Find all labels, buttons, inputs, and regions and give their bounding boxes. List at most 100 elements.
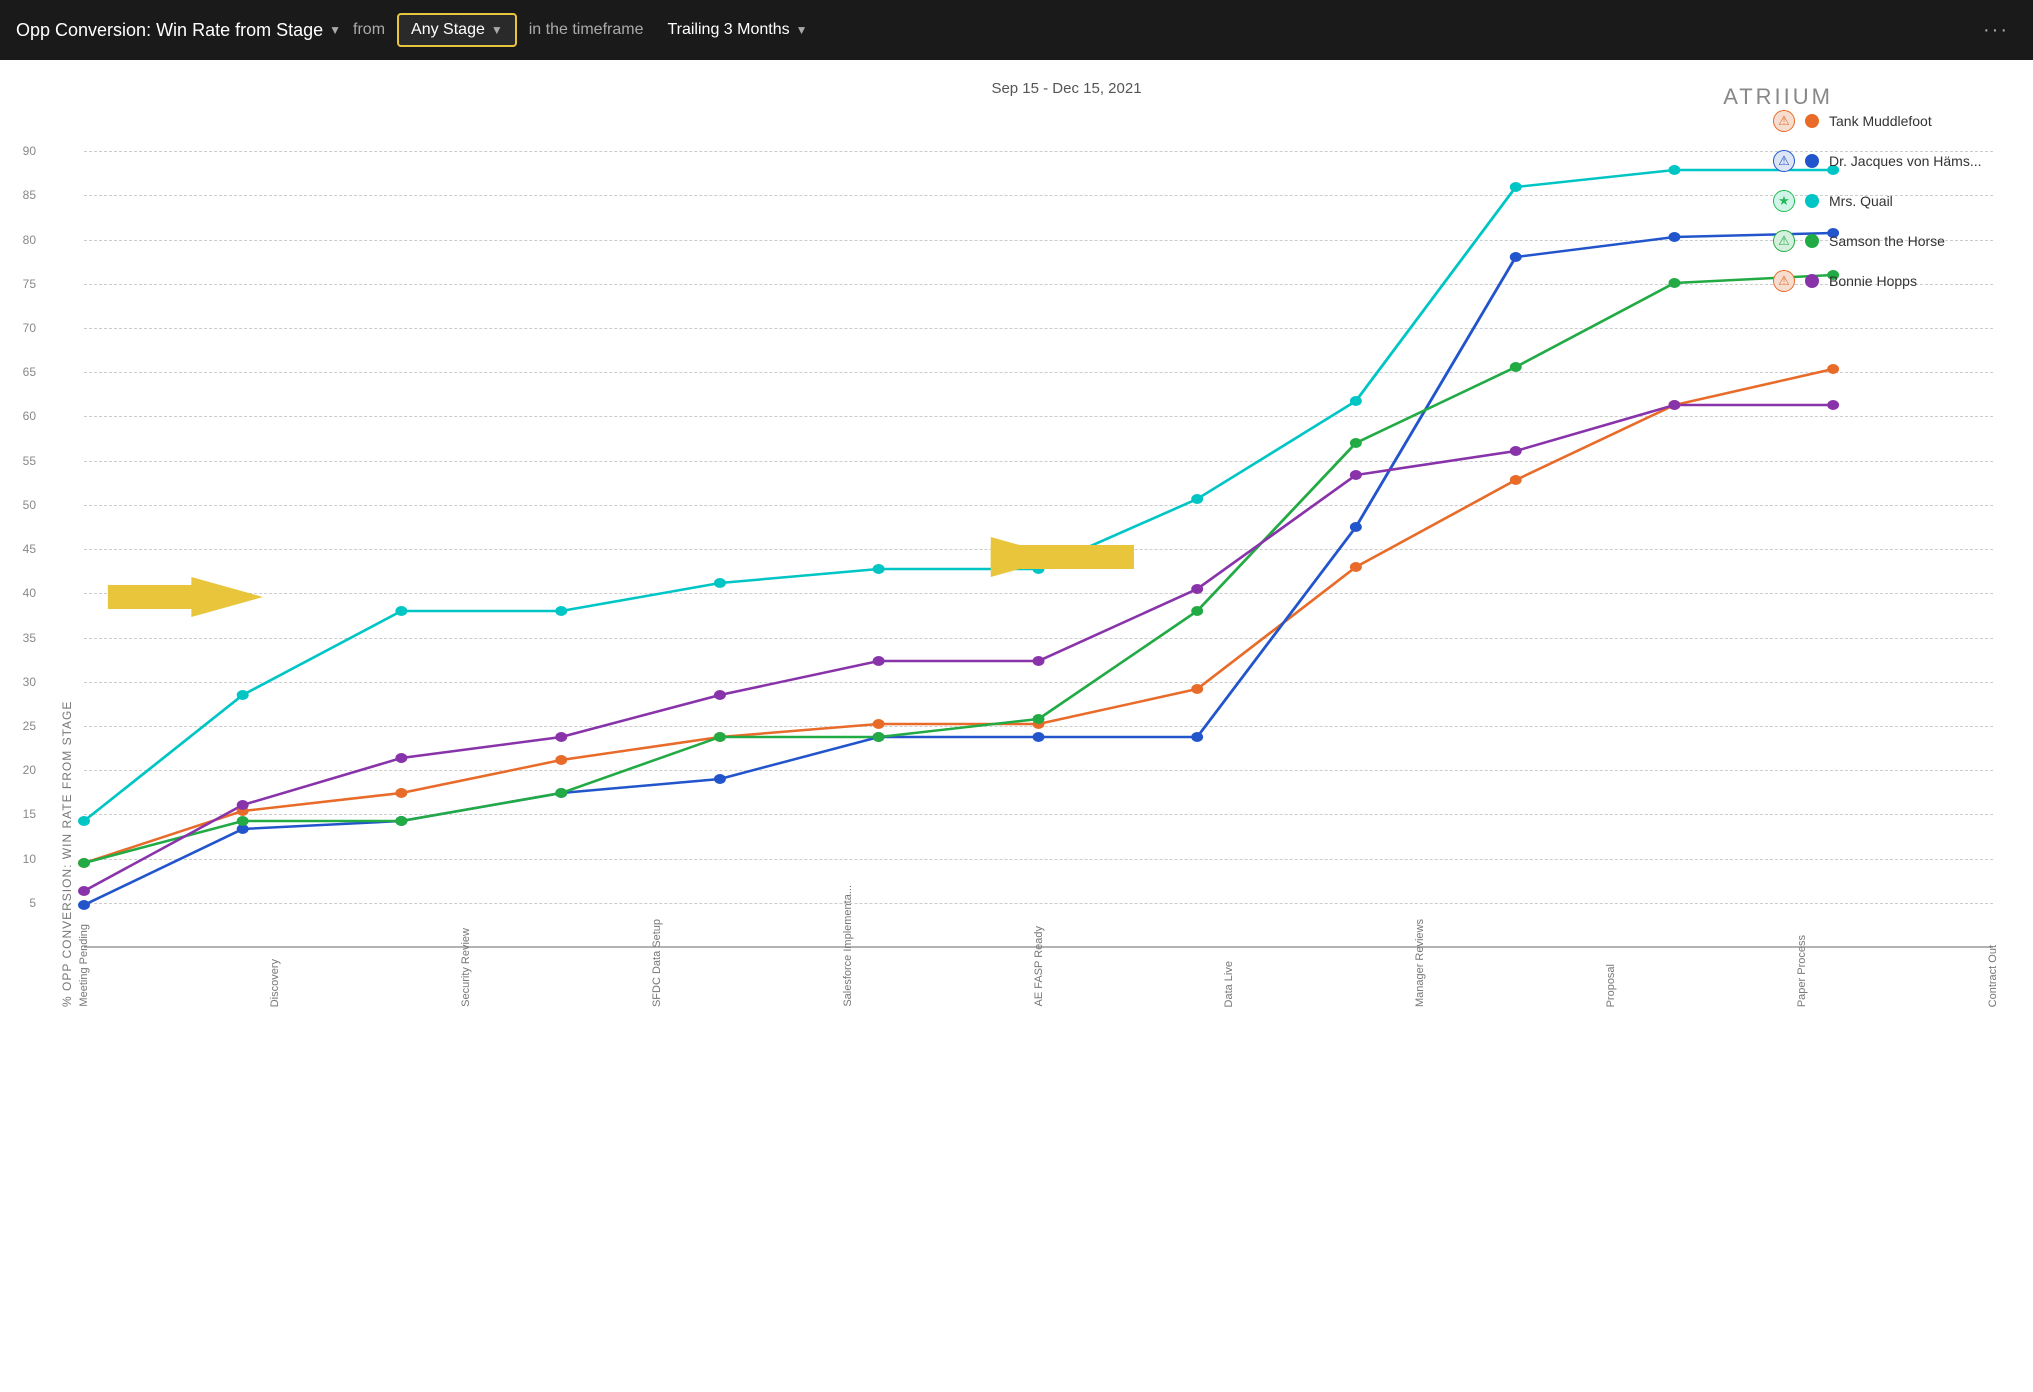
dp-mq-5 [873,564,885,574]
x-label-4: Salesforce Implementa... [842,885,854,1007]
legend-item-mrs-quail: ★ Mrs. Quail [1773,190,1993,212]
dp-samson-7 [1191,606,1203,616]
y-label-45: 45 [23,542,36,556]
trailing-dropdown[interactable]: Trailing 3 Months ▼ [655,15,819,45]
dp-mq-2 [395,606,407,616]
dp-tank-2 [395,788,407,798]
y-label-65: 65 [23,365,36,379]
legend-icon-bonnie: ⚠ [1773,270,1795,292]
x-label-10: Contract Out [1987,945,1999,1007]
legend-dot-samson [1805,234,1819,248]
legend-item-tank: ⚠ Tank Muddlefoot [1773,110,1993,132]
dp-tank-5 [873,719,885,729]
dp-tank-7 [1191,684,1203,694]
dp-dj-7 [1191,732,1203,742]
dp-dj-8 [1350,522,1362,532]
y-label-20: 20 [23,763,36,777]
stage-label: Any Stage [411,21,485,39]
dp-tank-8 [1350,562,1362,572]
date-range-label: Sep 15 - Dec 15, 2021 [140,80,1993,97]
legend-label-samson: Samson the Horse [1829,233,1945,249]
y-label-25: 25 [23,719,36,733]
x-label-0: Meeting Pending [78,924,90,1007]
dp-mq-1 [237,690,249,700]
metric-dropdown-icon: ▼ [329,23,341,37]
legend-dot-tank [1805,114,1819,128]
dp-samson-0 [78,858,90,868]
dp-samson-5 [873,732,885,742]
legend-icon-samson: ⚠ [1773,230,1795,252]
stage-dropdown[interactable]: Any Stage ▼ [397,13,517,47]
legend-dot-mrs-quail [1805,194,1819,208]
dp-bonnie-1 [237,800,249,810]
metric-label: Opp Conversion: Win Rate from Stage [16,20,323,41]
x-label-8: Proposal [1605,964,1617,1007]
dp-bonnie-0 [78,886,90,896]
more-options-button[interactable]: ··· [1983,19,2009,42]
line-tank-muddlefoot [84,369,1833,863]
dp-bonnie-4 [714,690,726,700]
dp-samson-6 [1033,714,1045,724]
chart-inner: Meeting PendingDiscoverySecurity ReviewS… [84,107,1993,1007]
dp-dj-0 [78,900,90,910]
x-label-9: Paper Process [1796,935,1808,1007]
dp-bonnie-9 [1510,446,1522,456]
legend-item-bonnie: ⚠ Bonnie Hopps [1773,270,1993,292]
dp-samson-3 [555,788,567,798]
dp-bonnie-7 [1191,584,1203,594]
legend-item-dr-jacques: ⚠ Dr. Jacques von Häms... [1773,150,1993,172]
dp-tank-9 [1510,475,1522,485]
dp-samson-8 [1350,438,1362,448]
y-label-50: 50 [23,498,36,512]
y-label-70: 70 [23,321,36,335]
line-bonnie [84,405,1833,891]
annotation-arrow-2 [991,537,1134,577]
y-label-35: 35 [23,631,36,645]
dp-samson-10 [1668,278,1680,288]
dp-bonnie-10 [1668,400,1680,410]
legend-label-tank: Tank Muddlefoot [1829,113,1932,129]
legend-dot-dr-jacques [1805,154,1819,168]
dp-samson-2 [395,816,407,826]
x-label-3: SFDC Data Setup [651,919,663,1007]
dp-bonnie-11 [1827,400,1839,410]
legend-label-mrs-quail: Mrs. Quail [1829,193,1893,209]
y-label-5: 5 [29,896,36,910]
top-bar: Opp Conversion: Win Rate from Stage ▼ fr… [0,0,2033,60]
x-label-5: AE FASP Ready [1033,926,1045,1007]
dp-tank-3 [555,755,567,765]
x-axis: Meeting PendingDiscoverySecurity ReviewS… [84,947,1993,1007]
dp-mq-7 [1191,494,1203,504]
x-label-2: Security Review [460,928,472,1007]
chart-container: % OPP CONVERSION: WIN RATE FROM STAGE [60,107,1993,1007]
dp-samson-9 [1510,362,1522,372]
y-label-55: 55 [23,454,36,468]
dp-samson-4 [714,732,726,742]
legend-label-bonnie: Bonnie Hopps [1829,273,1917,289]
annotation-arrow-1 [108,577,263,617]
y-label-60: 60 [23,409,36,423]
dp-tank-11 [1827,364,1839,374]
in-timeframe-label: in the timeframe [529,21,644,39]
dp-mq-8 [1350,396,1362,406]
x-label-7: Manager Reviews [1414,919,1426,1007]
stage-dropdown-icon: ▼ [491,23,503,37]
trailing-label: Trailing 3 Months [667,21,789,39]
legend-icon-dr-jacques: ⚠ [1773,150,1795,172]
legend-label-dr-jacques: Dr. Jacques von Häms... [1829,153,1982,169]
y-label-90: 90 [23,144,36,158]
dp-bonnie-6 [1033,656,1045,666]
metric-selector[interactable]: Opp Conversion: Win Rate from Stage ▼ [16,20,341,41]
legend-dot-bonnie [1805,274,1819,288]
legend-icon-mrs-quail: ★ [1773,190,1795,212]
dp-mq-9 [1510,182,1522,192]
dp-bonnie-2 [395,753,407,763]
legend-icon-tank: ⚠ [1773,110,1795,132]
y-label-10: 10 [23,852,36,866]
y-label-15: 15 [23,807,36,821]
from-label: from [353,21,385,39]
dp-dj-6 [1033,732,1045,742]
dp-samson-1 [237,816,249,826]
dp-bonnie-5 [873,656,885,666]
x-label-1: Discovery [269,959,281,1007]
